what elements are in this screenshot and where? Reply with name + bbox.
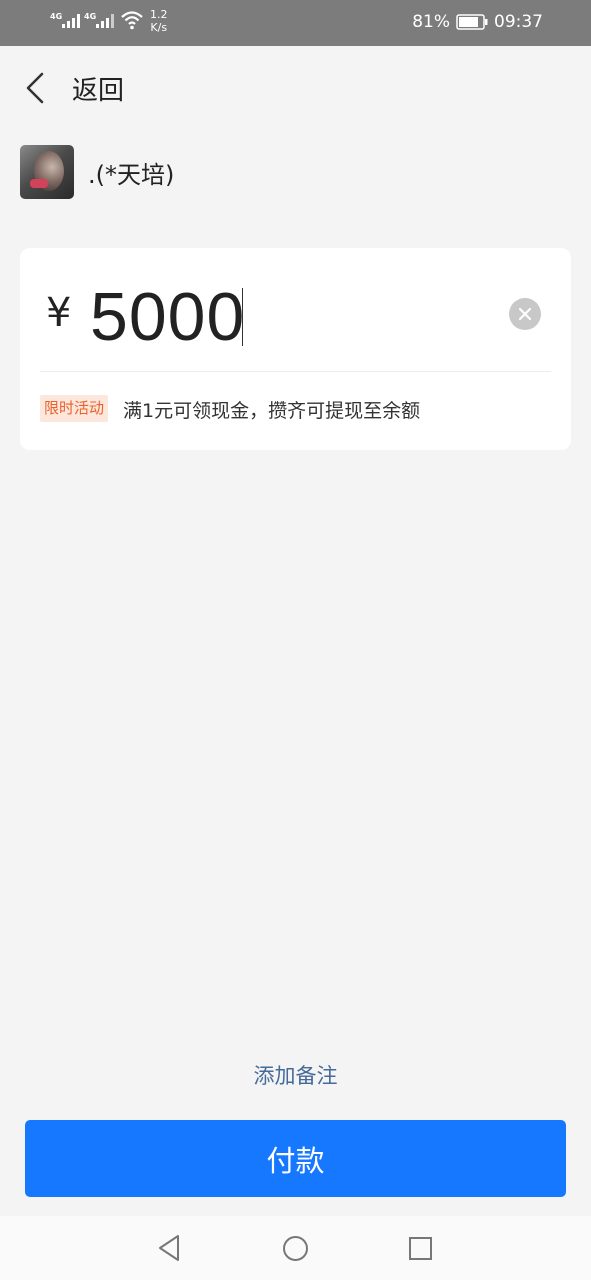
text-cursor bbox=[242, 288, 243, 346]
promo-tag: 限时活动 bbox=[40, 395, 109, 422]
network-type-1: 4G bbox=[50, 12, 63, 21]
system-nav-bar bbox=[0, 1216, 591, 1280]
close-icon bbox=[518, 307, 532, 321]
currency-symbol: ¥ bbox=[46, 290, 72, 336]
payee-name: .(*天培) bbox=[88, 160, 175, 189]
speed-value: 1.2 bbox=[150, 8, 168, 21]
nav-home-icon[interactable] bbox=[282, 1235, 309, 1262]
status-bar: 4G 4G 1.2 K/s 81% 09:37 bbox=[0, 0, 591, 46]
battery-percent: 81% bbox=[412, 12, 450, 32]
signal-icon-2: 4G bbox=[84, 8, 116, 34]
add-note-link[interactable]: 添加备注 bbox=[0, 1060, 591, 1090]
network-speed: 1.2 K/s bbox=[150, 8, 168, 34]
nav-back-icon[interactable] bbox=[156, 1234, 182, 1262]
avatar bbox=[20, 145, 74, 199]
divider bbox=[40, 371, 551, 372]
battery-icon bbox=[456, 14, 488, 30]
back-button[interactable]: 返回 bbox=[72, 70, 124, 107]
network-type-2: 4G bbox=[84, 12, 97, 21]
nav-recent-apps-icon[interactable] bbox=[408, 1236, 433, 1261]
amount-input[interactable]: 5000 bbox=[90, 278, 245, 356]
amount-card: ¥ 5000 限时活动 满1元可领现金，攒齐可提现至余额 bbox=[20, 248, 571, 450]
payee-info: .(*天培) bbox=[20, 145, 174, 199]
wifi-icon bbox=[121, 11, 143, 30]
chevron-left-icon[interactable] bbox=[22, 70, 50, 106]
signal-icon: 4G bbox=[50, 8, 82, 34]
clock: 09:37 bbox=[494, 12, 543, 32]
speed-unit: K/s bbox=[150, 21, 168, 34]
clear-button[interactable] bbox=[509, 298, 541, 330]
header: 返回 bbox=[0, 46, 591, 132]
promo-text[interactable]: 满1元可领现金，攒齐可提现至余额 bbox=[123, 396, 420, 423]
pay-button[interactable]: 付款 bbox=[25, 1120, 566, 1197]
